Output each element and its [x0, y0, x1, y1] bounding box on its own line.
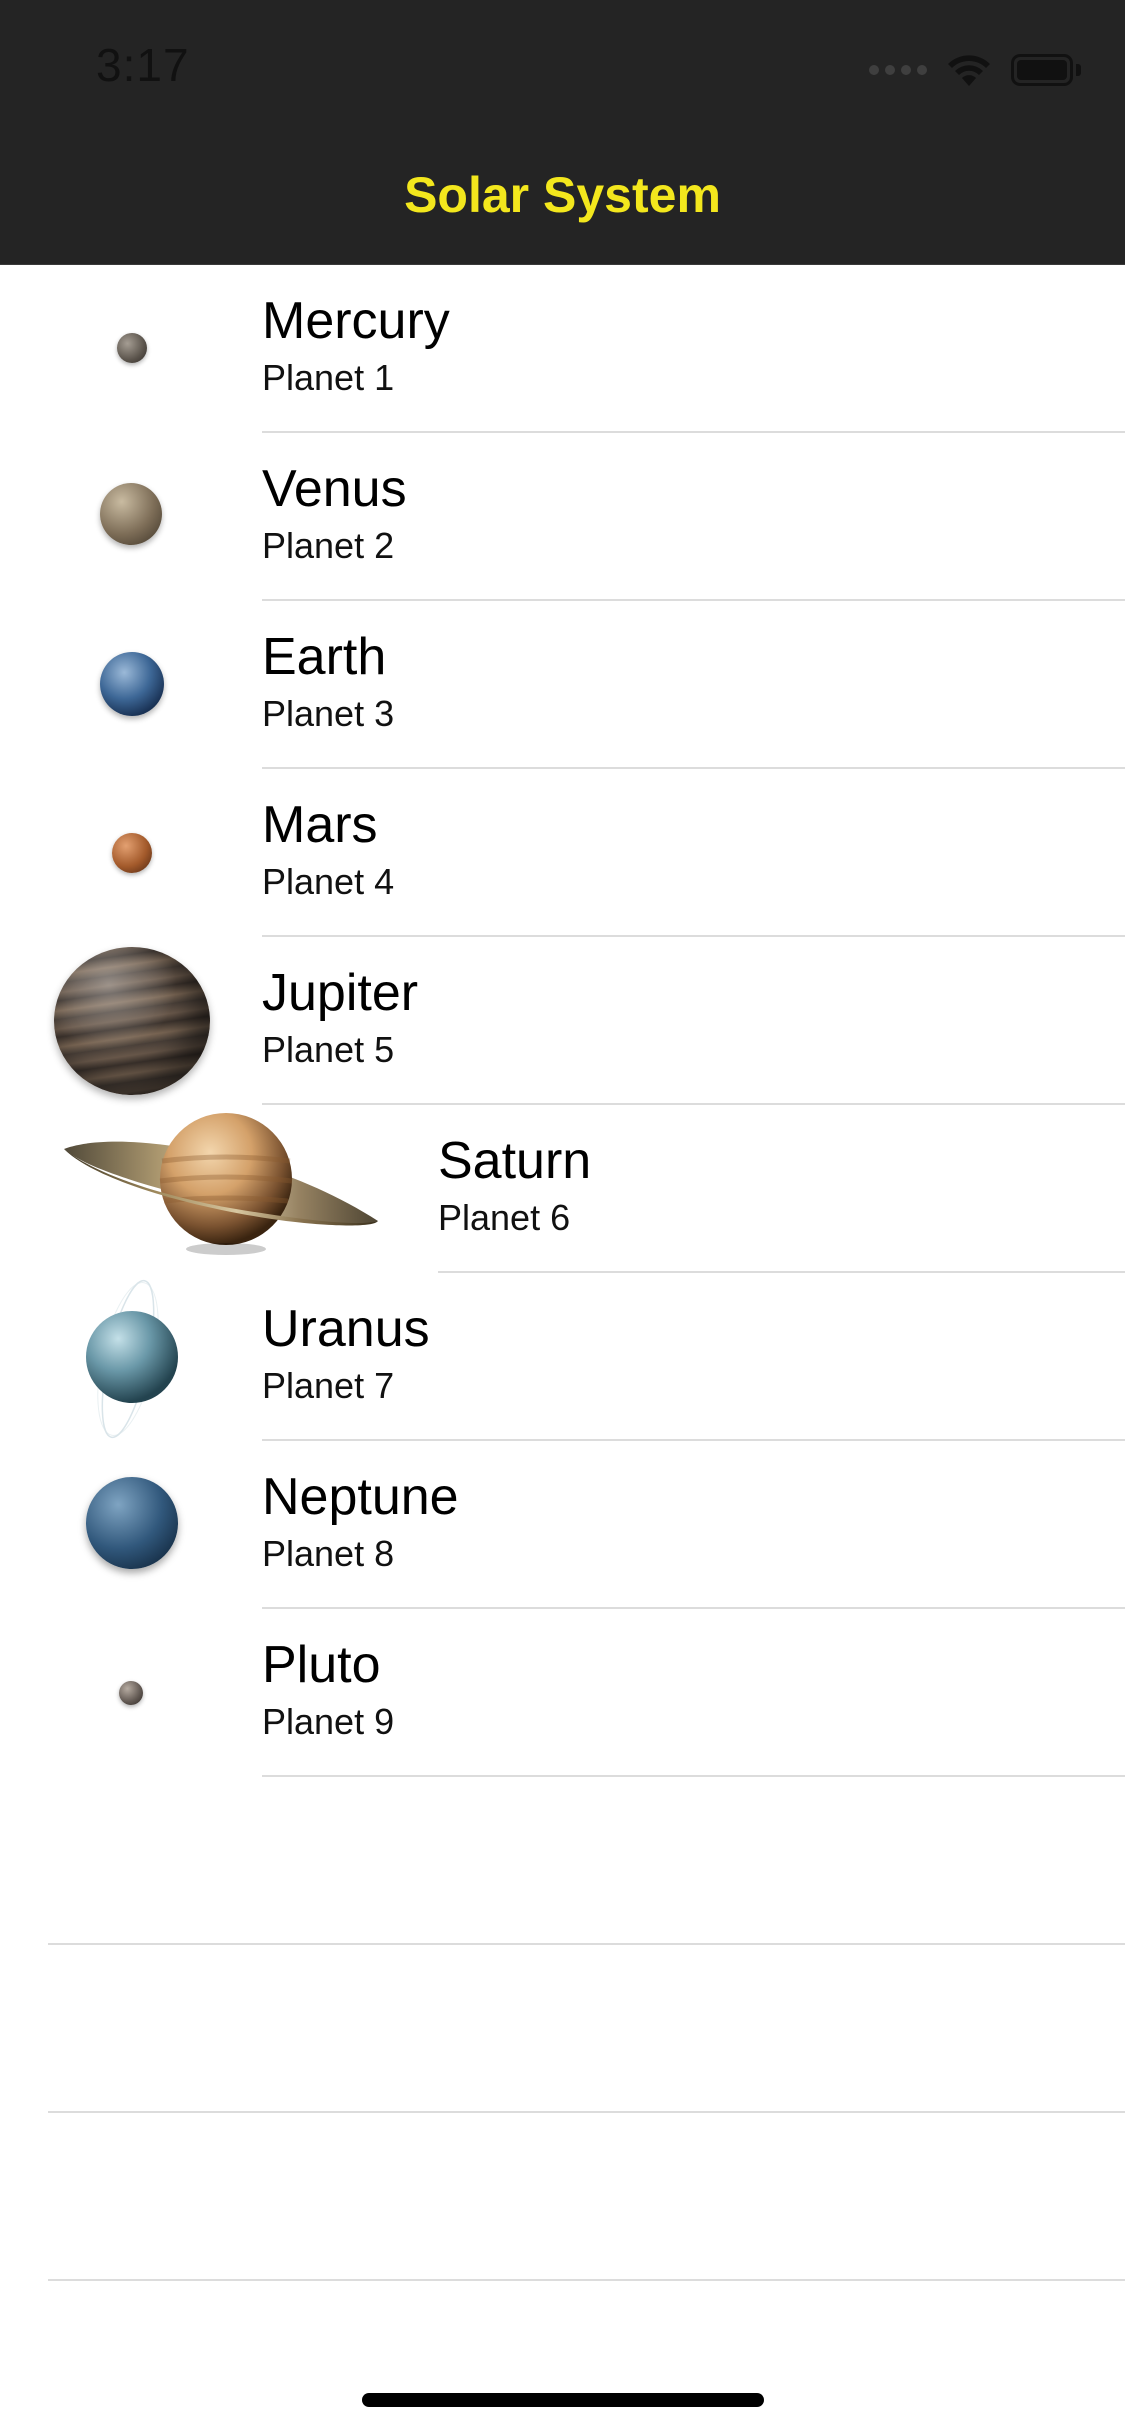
pluto-icon	[119, 1681, 143, 1705]
navigation-bar: 3:17 Solar System	[0, 0, 1125, 265]
planet-subtitle: Planet 3	[262, 693, 395, 734]
cellular-signal-icon	[869, 65, 927, 75]
list-item-venus[interactable]: Venus Planet 2	[0, 433, 1125, 601]
list-item-pluto[interactable]: Pluto Planet 9	[0, 1609, 1125, 1777]
mars-icon	[112, 833, 152, 873]
planet-subtitle: Planet 4	[262, 861, 395, 902]
planet-subtitle: Planet 5	[262, 1029, 395, 1070]
list-item-mars[interactable]: Mars Planet 4	[0, 769, 1125, 937]
empty-row	[0, 1777, 1125, 1945]
venus-icon	[100, 483, 162, 545]
planet-name: Pluto	[262, 1636, 381, 1694]
home-indicator[interactable]	[362, 2393, 764, 2407]
row-divider	[48, 2279, 1125, 2281]
list-item-jupiter[interactable]: Jupiter Planet 5	[0, 937, 1125, 1105]
mercury-icon	[117, 333, 147, 363]
uranus-icon	[86, 1279, 178, 1439]
status-indicators	[869, 50, 1081, 90]
planet-subtitle: Planet 9	[262, 1701, 395, 1742]
neptune-icon	[86, 1477, 178, 1569]
planet-name: Neptune	[262, 1468, 459, 1526]
planet-list: Mercury Planet 1 Venus Planet 2 Earth Pl…	[0, 265, 1125, 2281]
planet-name: Saturn	[438, 1132, 592, 1190]
page-title: Solar System	[404, 167, 721, 223]
planet-name: Venus	[262, 460, 407, 518]
planet-subtitle: Planet 6	[438, 1197, 571, 1238]
planet-name: Earth	[262, 628, 387, 686]
planet-name: Jupiter	[262, 964, 419, 1022]
list-item-neptune[interactable]: Neptune Planet 8	[0, 1441, 1125, 1609]
list-item-earth[interactable]: Earth Planet 3	[0, 601, 1125, 769]
screen: 3:17 Solar System Mercury Planet 1 Venus…	[0, 0, 1125, 2436]
battery-icon	[1011, 54, 1081, 86]
planet-subtitle: Planet 2	[262, 525, 395, 566]
list-item-mercury[interactable]: Mercury Planet 1	[0, 265, 1125, 433]
saturn-icon	[64, 1113, 378, 1255]
planet-name: Mars	[262, 796, 378, 854]
planet-name: Mercury	[262, 292, 450, 350]
wifi-icon	[948, 55, 990, 86]
jupiter-icon	[54, 947, 210, 1095]
empty-row	[0, 1945, 1125, 2113]
list-item-saturn[interactable]: Saturn Planet 6	[0, 1105, 1125, 1273]
planet-subtitle: Planet 7	[262, 1365, 395, 1406]
status-time: 3:17	[96, 39, 190, 91]
empty-row	[0, 2113, 1125, 2281]
planet-subtitle: Planet 8	[262, 1533, 395, 1574]
planet-subtitle: Planet 1	[262, 357, 395, 398]
planet-name: Uranus	[262, 1300, 430, 1358]
list-item-uranus[interactable]: Uranus Planet 7	[0, 1273, 1125, 1441]
earth-icon	[100, 652, 164, 716]
